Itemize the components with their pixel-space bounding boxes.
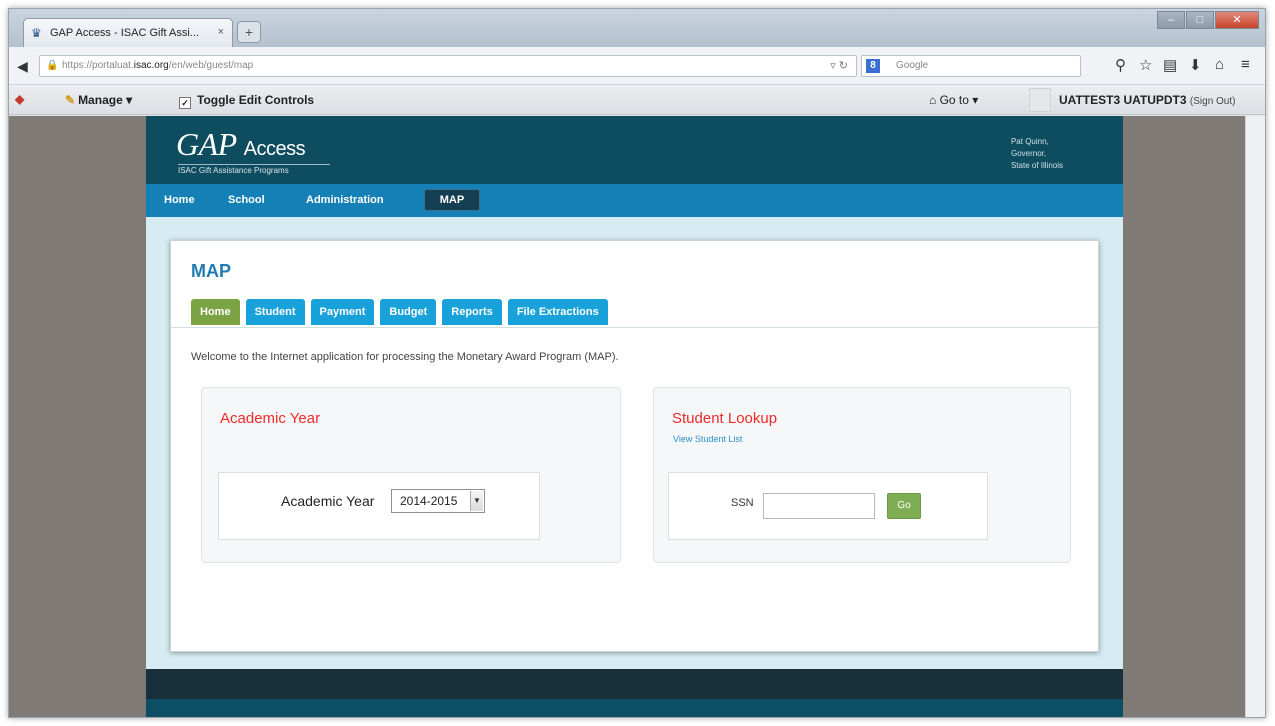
gov-line-3: State of Illinois — [1010, 161, 1063, 170]
search-placeholder: Google — [896, 60, 929, 71]
checkbox-icon: ✓ — [179, 97, 191, 109]
title-bar: ♛ GAP Access - ISAC Gift Assi... × + – □… — [9, 9, 1265, 47]
goto-label: Go to ▾ — [939, 93, 979, 107]
footer-bottom — [146, 699, 1123, 717]
reading-list-icon[interactable]: ▤ — [1163, 56, 1177, 74]
map-tabs: Home Student Payment Budget Reports File… — [191, 299, 608, 325]
user-name: UATTEST3 UATUPDT3 — [1059, 93, 1187, 107]
url-prefix: https://portaluat. — [62, 60, 134, 71]
navigation-toolbar: ◀ 🔒 https://portaluat.isac.org/en/web/gu… — [9, 47, 1265, 85]
ssn-input[interactable] — [763, 493, 875, 519]
maximize-button[interactable]: □ — [1186, 11, 1214, 29]
gov-line-1: Pat Quinn, — [1010, 137, 1049, 146]
url-host: isac.org — [133, 60, 169, 71]
ssn-box: SSN Go — [668, 472, 988, 540]
academic-year-value: 2014-2015 — [400, 494, 458, 508]
tab-home[interactable]: Home — [191, 299, 240, 325]
footer — [146, 669, 1123, 699]
manage-menu[interactable]: ✎ Manage ▾ — [65, 93, 132, 107]
sign-out-link[interactable]: (Sign Out) — [1190, 96, 1236, 107]
tab-title: GAP Access - ISAC Gift Assi... — [50, 27, 199, 39]
reload-icon[interactable]: ▿ ↻ — [830, 56, 848, 76]
tab-reports[interactable]: Reports — [442, 299, 502, 325]
user-menu[interactable]: UATTEST3 UATUPDT3 (Sign Out) — [1059, 93, 1235, 107]
site-container: GAP Access ISAC Gift Assistance Programs… — [146, 116, 1123, 717]
avatar[interactable] — [1029, 88, 1051, 112]
dropdown-arrow-icon: ▼ — [470, 491, 483, 511]
home-icon: ⌂ — [929, 93, 940, 107]
site-header: GAP Access ISAC Gift Assistance Programs… — [146, 116, 1123, 184]
logo-gap: GAP — [176, 126, 237, 162]
gap-access-logo[interactable]: GAP Access — [176, 126, 306, 163]
tab-student[interactable]: Student — [245, 299, 305, 325]
menu-icon[interactable]: ≡ — [1241, 56, 1250, 73]
page-title: MAP — [191, 261, 231, 281]
academic-year-card: Academic Year Academic Year 2014-2015 ▼ — [201, 387, 621, 563]
nav-home[interactable]: Home — [164, 194, 195, 206]
academic-year-box: Academic Year 2014-2015 ▼ — [218, 472, 540, 540]
tab-payment[interactable]: Payment — [310, 299, 375, 325]
minimize-button[interactable]: – — [1157, 11, 1185, 29]
tab-divider — [171, 327, 1098, 328]
tab-close-icon[interactable]: × — [218, 26, 224, 38]
go-button[interactable]: Go — [887, 493, 921, 519]
academic-year-heading: Academic Year — [220, 410, 321, 427]
browser-window: ♛ GAP Access - ISAC Gift Assi... × + – □… — [8, 8, 1266, 718]
pencil-icon: ✎ — [65, 93, 76, 107]
back-icon[interactable]: ◀ — [17, 58, 28, 75]
nav-map[interactable]: MAP — [424, 189, 480, 211]
welcome-text: Welcome to the Internet application for … — [191, 351, 619, 363]
academic-year-select[interactable]: 2014-2015 ▼ — [391, 489, 485, 513]
student-lookup-heading: Student Lookup — [672, 410, 778, 427]
nav-school[interactable]: School — [228, 194, 265, 206]
close-window-button[interactable]: ✕ — [1215, 11, 1259, 29]
search-icon[interactable]: ⚲ — [1115, 56, 1126, 74]
vertical-scrollbar[interactable] — [1245, 116, 1265, 717]
home-icon[interactable]: ⌂ — [1215, 56, 1224, 73]
search-bar[interactable]: 8 Google — [861, 55, 1081, 77]
logo-access: Access — [243, 138, 306, 160]
browser-tab[interactable]: ♛ GAP Access - ISAC Gift Assi... × — [23, 18, 233, 47]
governor-text: Pat Quinn, Governor, State of Illinois — [1011, 136, 1063, 172]
manage-label: Manage ▾ — [78, 93, 133, 107]
window-controls: – □ ✕ — [1157, 11, 1259, 29]
google-icon: 8 — [866, 59, 880, 73]
map-portlet: MAP Home Student Payment Budget Reports … — [170, 240, 1099, 652]
logo-subtitle: ISAC Gift Assistance Programs — [178, 164, 330, 175]
gov-line-2: Governor, — [1010, 149, 1047, 158]
isac-favicon-icon: ♛ — [31, 26, 42, 40]
site-nav: Home School Administration MAP — [146, 184, 1123, 217]
academic-year-label: Academic Year — [281, 493, 375, 509]
tab-budget[interactable]: Budget — [380, 299, 437, 325]
address-bar[interactable]: 🔒 https://portaluat.isac.org/en/web/gues… — [39, 55, 857, 77]
lock-icon: 🔒 — [46, 60, 59, 71]
ssn-label: SSN — [731, 497, 754, 509]
star-icon[interactable]: ☆ — [1139, 56, 1152, 74]
nav-administration[interactable]: Administration — [306, 194, 384, 206]
url-path: /en/web/guest/map — [168, 60, 254, 71]
dockbar: ◆ ✎ Manage ▾ ✓ Toggle Edit Controls ⌂ Go t… — [9, 85, 1265, 115]
tab-file-extractions[interactable]: File Extractions — [507, 299, 608, 325]
student-lookup-card: Student Lookup View Student List SSN Go — [653, 387, 1071, 563]
liferay-logo-icon: ◆ — [15, 92, 25, 106]
view-student-list-link[interactable]: View Student List — [673, 434, 742, 444]
goto-menu[interactable]: ⌂ Go to ▾ — [929, 93, 978, 107]
new-tab-button[interactable]: + — [237, 21, 261, 43]
toggle-label: Toggle Edit Controls — [197, 93, 315, 107]
toggle-edit-controls[interactable]: ✓ Toggle Edit Controls — [179, 93, 314, 109]
page-viewport: GAP Access ISAC Gift Assistance Programs… — [9, 116, 1247, 717]
download-icon[interactable]: ⬇ — [1189, 56, 1202, 74]
